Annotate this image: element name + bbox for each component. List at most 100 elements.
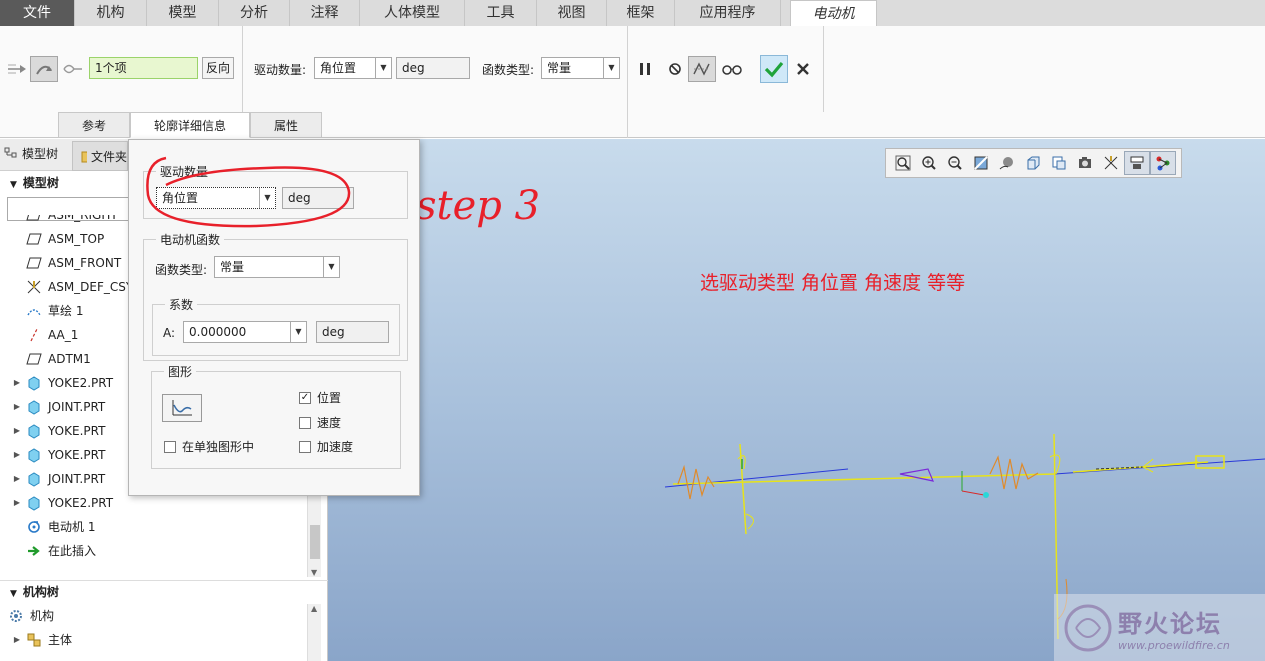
tree-item[interactable]: ▶ JOINT.PRT <box>10 467 105 491</box>
menu-tab-mechanism[interactable]: 机构 <box>75 0 147 26</box>
translation-motor-icon[interactable] <box>5 58 29 80</box>
scrollbar-thumb[interactable] <box>310 525 320 559</box>
tab-folder-label: 文件夹 <box>90 149 127 164</box>
reference-collector-field[interactable]: 1个项 <box>89 57 198 79</box>
datum-plane-icon <box>24 215 44 223</box>
saved-orientations-icon[interactable] <box>1020 151 1046 175</box>
menu-tab-tools[interactable]: 工具 <box>465 0 537 26</box>
expand-triangle-icon[interactable]: ▶ <box>10 419 24 443</box>
sketch-icon <box>24 303 44 319</box>
expand-triangle-icon[interactable]: ▶ <box>10 371 24 395</box>
expand-triangle-icon[interactable]: ▶ <box>10 395 24 419</box>
tree-item[interactable]: 草绘 1 <box>10 299 83 323</box>
tab-folder-browser[interactable]: 文件夹 <box>72 141 128 171</box>
perspective-view-icon[interactable] <box>1072 151 1098 175</box>
tree-item[interactable]: 电动机 1 <box>10 515 95 539</box>
scroll-up-icon[interactable]: ▲ <box>311 604 317 613</box>
stop-icon[interactable] <box>664 58 686 80</box>
menu-tab-applications[interactable]: 应用程序 <box>675 0 781 26</box>
tree-item[interactable]: ▶ YOKE.PRT <box>10 443 105 467</box>
graphics-window[interactable]: step 3 选驱动类型 角位置 角速度 等等 野火论坛 www.proewil… <box>328 139 1265 661</box>
rotate-ref-icon[interactable] <box>60 58 84 80</box>
tree-item-label: 在此插入 <box>48 544 97 558</box>
position-label: 位置 <box>317 391 342 405</box>
tree-item-label: YOKE2.PRT <box>48 496 114 510</box>
tree-item[interactable]: ASM_DEF_CSYS <box>10 275 141 299</box>
separate-graph-option[interactable]: 在单独图形中 <box>164 438 254 455</box>
graph-icon <box>172 400 192 416</box>
motor-dashboard: 1个项 反向 驱动数量: 角位置 ▼ deg 函数类型: 常量 ▼ 参考 轮廓详… <box>0 26 1265 138</box>
refit-icon[interactable] <box>890 151 916 175</box>
menu-tab-annotate[interactable]: 注释 <box>290 0 360 26</box>
menu-tab-analysis[interactable]: 分析 <box>219 0 290 26</box>
function-type-select[interactable]: 常量 ▼ <box>541 57 620 79</box>
zoom-in-icon[interactable] <box>916 151 942 175</box>
separate-graph-checkbox[interactable] <box>164 440 176 453</box>
datum-display-icon[interactable] <box>1098 151 1124 175</box>
ribbon-separator <box>627 26 628 138</box>
coeff-a-input[interactable]: 0.000000 ▼ <box>183 321 307 343</box>
tree-item[interactable]: ▶ YOKE2.PRT <box>10 371 113 395</box>
chevron-down-icon: ▼ <box>375 58 391 78</box>
position-checkbox[interactable]: ✓ <box>299 391 311 404</box>
menu-tab-view[interactable]: 视图 <box>537 0 607 26</box>
tab-references[interactable]: 参考 <box>58 112 130 138</box>
rotation-motor-icon[interactable] <box>30 56 58 82</box>
popup-function-type-value: 常量 <box>220 260 245 274</box>
tree-item[interactable]: ▶ JOINT.PRT <box>10 395 105 419</box>
glasses-icon[interactable] <box>720 58 744 80</box>
velocity-option[interactable]: 速度 <box>299 414 341 431</box>
forum-watermark: 野火论坛 www.proewildfire.cn <box>1054 594 1265 661</box>
tab-model-tree[interactable]: 模型树 <box>4 145 58 162</box>
zoom-out-icon[interactable] <box>942 151 968 175</box>
tree-item[interactable]: ASM_TOP <box>10 227 104 251</box>
watermark-url: www.proewildfire.cn <box>1118 638 1230 652</box>
acceleration-option[interactable]: 加速度 <box>299 438 353 455</box>
cancel-close-icon[interactable] <box>792 58 814 80</box>
annotation-display-icon[interactable] <box>1124 151 1150 175</box>
confirm-check-icon[interactable] <box>760 55 788 83</box>
datum-plane-icon <box>24 231 44 247</box>
tree-item[interactable]: ASM_RIGHT <box>10 215 118 227</box>
plot-graph-button[interactable] <box>162 394 202 422</box>
tab-profile-details[interactable]: 轮廓详细信息 <box>130 112 250 138</box>
pause-icon[interactable] <box>634 58 656 80</box>
expand-triangle-icon[interactable]: ▶ <box>10 491 24 515</box>
tree-item-label: ASM_FRONT <box>48 256 122 270</box>
tree-item[interactable]: AA_1 <box>10 323 78 347</box>
motor-icon <box>24 519 44 535</box>
position-option[interactable]: ✓ 位置 <box>299 389 341 406</box>
mech-tree-item[interactable]: 机构 <box>6 604 54 628</box>
collapse-triangle-icon: ▼ <box>10 180 17 190</box>
menu-tab-motor[interactable]: 电动机 <box>790 0 877 26</box>
mech-scrollbar[interactable]: ▲ <box>307 604 321 661</box>
mechanism-tree-header[interactable]: ▼ 机构树 <box>0 580 328 602</box>
drive-quantity-select[interactable]: 角位置 ▼ <box>314 57 392 79</box>
menu-tab-framework[interactable]: 框架 <box>607 0 675 26</box>
mechanism-display-icon[interactable] <box>1150 151 1176 175</box>
display-style-icon[interactable] <box>994 151 1020 175</box>
tab-properties[interactable]: 属性 <box>250 112 322 138</box>
tree-item[interactable]: ADTM1 <box>10 347 91 371</box>
menu-tab-model[interactable]: 模型 <box>147 0 219 26</box>
tree-item[interactable]: ▶ YOKE2.PRT <box>10 491 113 515</box>
expand-triangle-icon[interactable]: ▶ <box>10 443 24 467</box>
mech-tree-item[interactable]: ▶ 主体 <box>10 628 72 652</box>
tree-item[interactable]: ASM_FRONT <box>10 251 121 275</box>
scroll-down-icon[interactable]: ▼ <box>311 568 317 577</box>
view-manager-icon[interactable] <box>1046 151 1072 175</box>
popup-function-type-select[interactable]: 常量 ▼ <box>214 256 340 278</box>
red-circle-annotation <box>146 156 351 228</box>
velocity-checkbox[interactable] <box>299 416 311 429</box>
acceleration-checkbox[interactable] <box>299 440 311 453</box>
datum-plane-icon <box>24 255 44 271</box>
tree-item[interactable]: ▶ YOKE.PRT <box>10 419 105 443</box>
tree-item[interactable]: 在此插入 <box>10 539 96 563</box>
tab-model-tree-label: 模型树 <box>22 147 59 161</box>
repaint-icon[interactable] <box>968 151 994 175</box>
flip-direction-button[interactable]: 反向 <box>202 57 234 79</box>
menu-tab-file[interactable]: 文件 <box>0 0 75 26</box>
menu-tab-manikin[interactable]: 人体模型 <box>360 0 465 26</box>
preview-geometry-icon[interactable] <box>688 56 716 82</box>
expand-triangle-icon[interactable]: ▶ <box>10 467 24 491</box>
